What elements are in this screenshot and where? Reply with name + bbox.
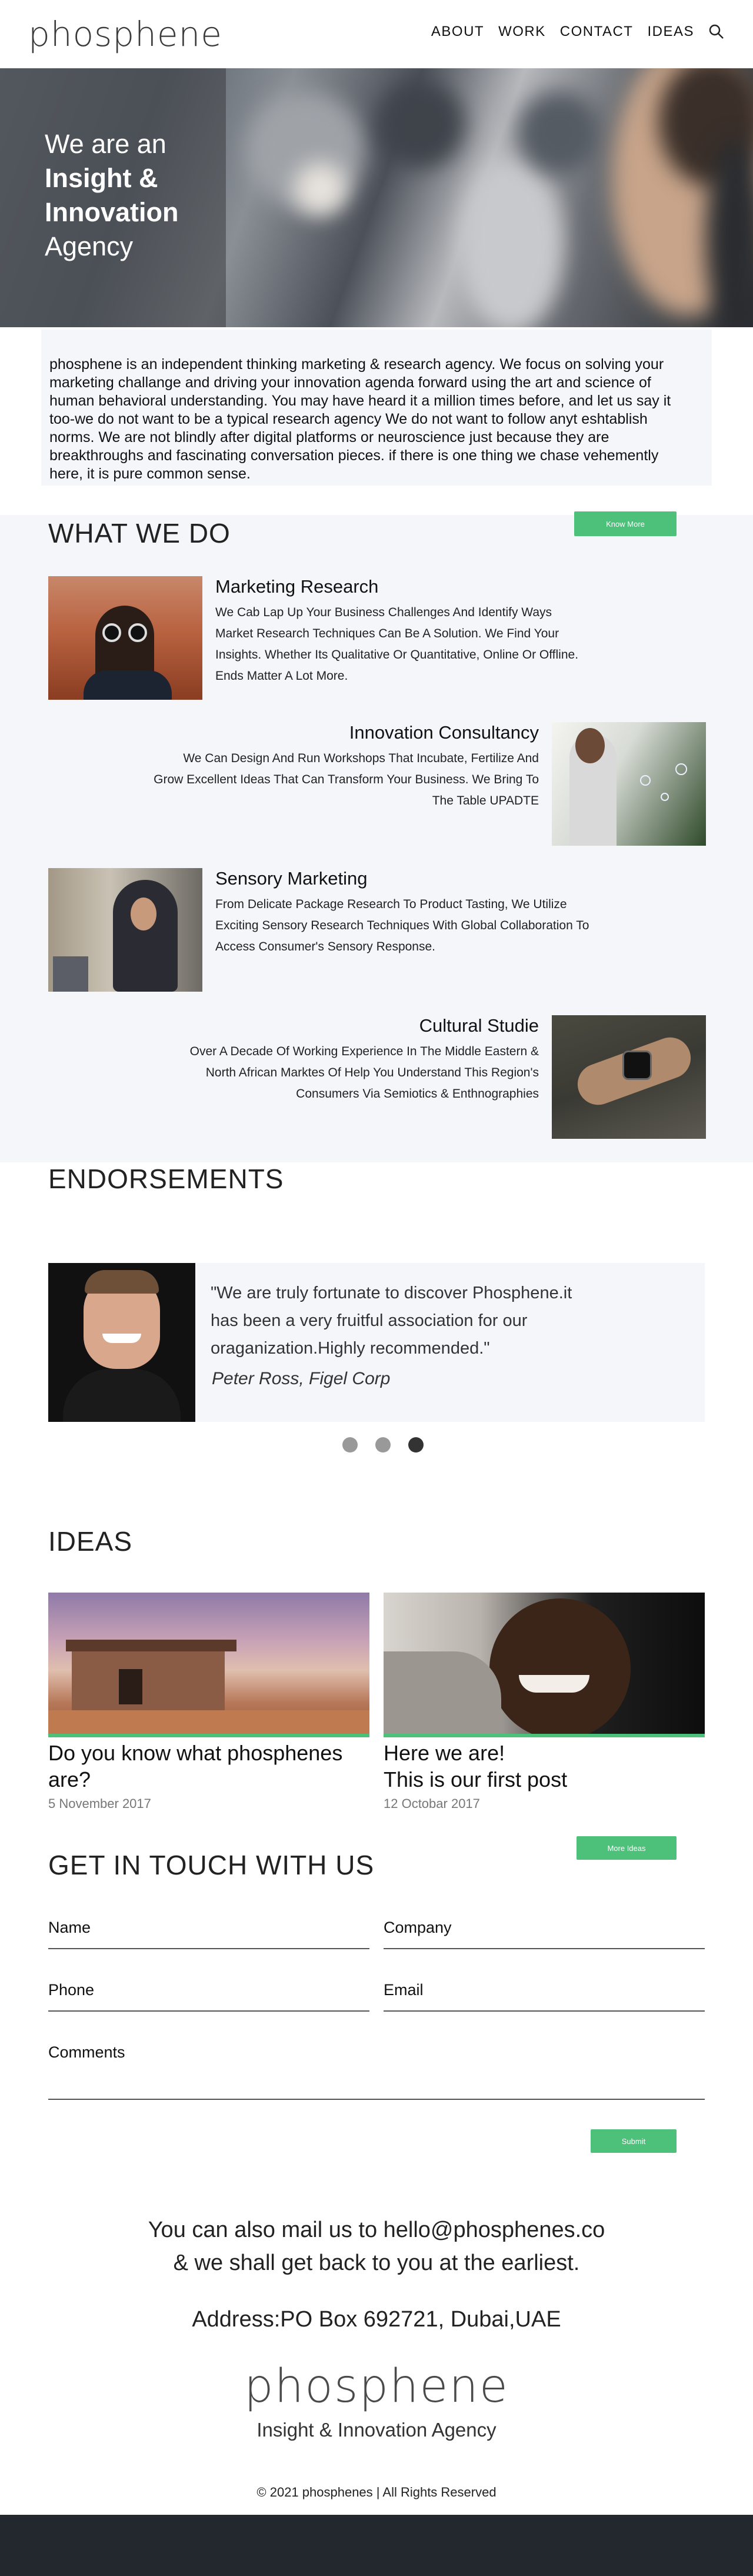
idea-card[interactable]: Do you know what phosphenes are? 5 Novem…: [48, 1593, 369, 1811]
name-field[interactable]: Name: [48, 1914, 369, 1949]
what-we-do-section: WHAT WE DO Know More Marketing Research …: [0, 511, 753, 1162]
mail-line-1: You can also mail us to hello@phosphenes…: [148, 2218, 605, 2242]
submit-button[interactable]: Submit: [591, 2129, 677, 2153]
idea-title[interactable]: Here we are! This is our first post: [384, 1740, 705, 1793]
name-input[interactable]: [48, 1929, 369, 1946]
idea-date: 12 Octobar 2017: [384, 1796, 480, 1811]
hero-line-4: Agency: [45, 231, 134, 261]
ideas-title: IDEAS: [48, 1526, 133, 1557]
footer-bar: [0, 2515, 753, 2576]
service-marketing-research: Marketing Research We Cab Lap Up Your Bu…: [48, 576, 707, 701]
service-description: From Delicate Package Research To Produc…: [215, 898, 589, 953]
hero-line-3: Innovation: [45, 197, 179, 227]
service-image-watch: [552, 1015, 706, 1139]
hero-line-1: We are an: [45, 129, 166, 159]
idea-title-line-1: Here we are!: [384, 1741, 505, 1765]
footer-tagline: Insight & Innovation Agency: [256, 2419, 497, 2441]
hero-headline: We are an Insight & Innovation Agency: [45, 127, 178, 264]
site-logo[interactable]: phosphene: [28, 14, 222, 54]
contact-form-title: GET IN TOUCH WITH US: [48, 1850, 375, 1880]
comments-label: Comments: [48, 2043, 125, 2061]
copyright: © 2021 phosphenes | All Rights Reserved: [256, 2485, 497, 2499]
what-we-do-title: WHAT WE DO: [48, 518, 231, 549]
idea-image-ruins: [48, 1593, 369, 1734]
service-description: We Can Design And Run Workshops That Inc…: [154, 752, 539, 807]
carousel-dot-2[interactable]: [375, 1437, 391, 1452]
nav-contact[interactable]: CONTACT: [560, 24, 634, 40]
idea-title[interactable]: Do you know what phosphenes are?: [48, 1740, 369, 1793]
service-title: Marketing Research: [215, 576, 379, 597]
testimonial-author: Peter Ross, Figel Corp: [212, 1369, 391, 1388]
main-nav: ABOUT WORK CONTACT IDEAS: [431, 24, 694, 40]
nav-work[interactable]: WORK: [498, 24, 546, 40]
intro-text: phosphene is an independent thinking mar…: [49, 356, 671, 482]
hero-line-2: Insight &: [45, 163, 158, 193]
more-ideas-button[interactable]: More Ideas: [577, 1836, 677, 1860]
service-image-bubbles: [552, 722, 706, 846]
service-title: Cultural Studie: [419, 1015, 539, 1036]
idea-accent-bar: [384, 1734, 705, 1737]
email-input[interactable]: [384, 1992, 705, 2008]
idea-accent-bar: [48, 1734, 369, 1737]
site-header: phosphene ABOUT WORK CONTACT IDEAS: [0, 0, 753, 68]
service-sensory-marketing: Sensory Marketing From Delicate Package …: [48, 868, 707, 993]
testimonial-avatar: [48, 1263, 195, 1422]
company-field[interactable]: Company: [384, 1914, 705, 1949]
service-title: Innovation Consultancy: [349, 722, 539, 743]
comments-field[interactable]: Comments: [48, 2039, 705, 2100]
idea-date: 5 November 2017: [48, 1796, 151, 1811]
service-title: Sensory Marketing: [215, 868, 368, 889]
footer-logo: phosphene: [244, 2360, 509, 2413]
service-image-binoculars: [48, 576, 202, 700]
idea-image-smile: [384, 1593, 705, 1734]
hero-banner: We are an Insight & Innovation Agency: [0, 68, 753, 327]
service-cultural-studies: Cultural Studie Over A Decade Of Working…: [48, 1015, 707, 1140]
testimonial-quote: "We are truly fortunate to discover Phos…: [211, 1284, 572, 1358]
email-field[interactable]: Email: [384, 1976, 705, 2012]
address: Address:PO Box 692721, Dubai,UAE: [192, 2307, 561, 2332]
comments-input[interactable]: [48, 2063, 705, 2096]
phone-input[interactable]: [48, 1992, 369, 2008]
endorsements-title: ENDORSEMENTS: [48, 1164, 284, 1194]
intro-block: phosphene is an independent thinking mar…: [41, 330, 712, 486]
company-input[interactable]: [384, 1929, 705, 1946]
phone-field[interactable]: Phone: [48, 1976, 369, 2012]
search-icon[interactable]: [707, 22, 726, 41]
page: phosphene ABOUT WORK CONTACT IDEAS We ar…: [0, 0, 753, 2576]
mail-line-2: & we shall get back to you at the earlie…: [173, 2251, 580, 2275]
carousel-dot-3[interactable]: [408, 1437, 424, 1452]
service-description: Over A Decade Of Working Experience In T…: [189, 1045, 539, 1101]
carousel-dot-1[interactable]: [342, 1437, 358, 1452]
service-description: We Cab Lap Up Your Business Challenges A…: [215, 606, 579, 683]
nav-about[interactable]: ABOUT: [431, 24, 484, 40]
service-innovation-consultancy: Innovation Consultancy We Can Design And…: [48, 722, 707, 847]
idea-title-line-2: This is our first post: [384, 1767, 568, 1791]
idea-card[interactable]: Here we are! This is our first post 12 Oc…: [384, 1593, 705, 1811]
know-more-button[interactable]: Know More: [574, 511, 677, 536]
service-image-woman: [48, 868, 202, 992]
carousel-dots: [342, 1437, 424, 1452]
testimonial-card: "We are truly fortunate to discover Phos…: [48, 1263, 705, 1422]
nav-ideas[interactable]: IDEAS: [647, 24, 694, 40]
